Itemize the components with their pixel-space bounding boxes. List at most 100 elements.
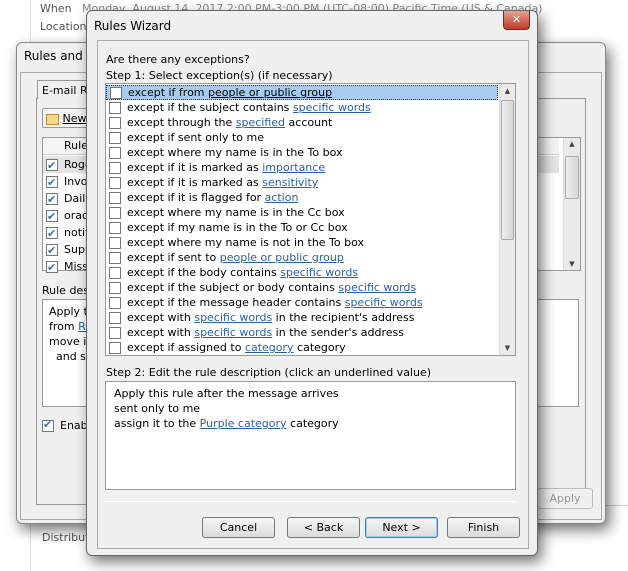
exception-item[interactable]: except if sent only to me (106, 130, 498, 145)
exception-item[interactable]: except with specific words in the sender… (106, 325, 498, 340)
exception-checkbox[interactable] (109, 102, 121, 114)
exception-item[interactable]: except if it is marked as importance (106, 160, 498, 175)
background-text: Distribut (42, 531, 90, 544)
rule-checkbox[interactable] (46, 259, 58, 276)
exception-item[interactable]: except if the subject contains specific … (106, 100, 498, 115)
next-button[interactable]: Next > (365, 517, 438, 538)
description-line: Apply this rule after the message arrive… (114, 386, 507, 401)
description-line: sent only to me (114, 401, 507, 416)
description-text: and st (49, 350, 91, 363)
new-rule-icon (46, 113, 59, 125)
exception-link[interactable]: people or public group (220, 251, 344, 264)
exception-checkbox[interactable] (109, 297, 121, 309)
exception-checkbox[interactable] (109, 327, 121, 339)
description-text: category (286, 417, 339, 430)
exception-checkbox[interactable] (109, 207, 121, 219)
exception-checkbox[interactable] (109, 117, 121, 129)
exception-checkbox[interactable] (109, 237, 121, 249)
exception-link[interactable]: specified (236, 116, 285, 129)
exception-link[interactable]: specific words (280, 266, 358, 279)
exception-text: category (293, 341, 346, 354)
dialog-title: Rules and A (24, 49, 95, 63)
description-text: Apply this rule after the message arrive… (114, 387, 339, 400)
exceptions-scrollbar[interactable]: ▲ ▼ (499, 84, 515, 355)
rule-checkbox[interactable] (46, 208, 58, 225)
description-link[interactable]: Purple category (200, 417, 287, 430)
exception-item[interactable]: except if the body contains specific wor… (106, 265, 498, 280)
rule-checkbox[interactable] (46, 225, 58, 242)
exception-checkbox[interactable] (109, 312, 121, 324)
exception-item[interactable]: except if it is marked as sensitivity (106, 175, 498, 190)
rule-checkbox[interactable] (46, 157, 58, 174)
step2-label: Step 2: Edit the rule description (click… (106, 366, 432, 379)
apply-button[interactable]: Apply (537, 488, 593, 509)
dialog-title: Rules Wizard (94, 19, 172, 33)
exception-item[interactable]: except if the subject or body contains s… (106, 280, 498, 295)
exception-item[interactable]: except with specific words in the recipi… (106, 310, 498, 325)
back-button[interactable]: < Back (287, 517, 360, 538)
rule-checkbox[interactable] (46, 174, 58, 191)
description-text: Apply t (49, 305, 88, 318)
rule-description-box: Apply this rule after the message arrive… (105, 381, 516, 490)
exception-checkbox[interactable] (110, 87, 122, 99)
exception-link[interactable]: category (245, 341, 294, 354)
exception-link[interactable]: specific words (194, 311, 272, 324)
check-icon (42, 418, 54, 432)
exception-link[interactable]: importance (262, 161, 325, 174)
exception-checkbox[interactable] (109, 252, 121, 264)
exception-item[interactable]: except where my name is in the To box (106, 145, 498, 160)
exception-checkbox[interactable] (109, 162, 121, 174)
exception-link[interactable]: specific words (293, 101, 371, 114)
rule-description-label: Rule des (42, 284, 89, 297)
enable-checkbox[interactable]: Enabl (42, 418, 91, 432)
exception-text: except if sent only to me (127, 131, 264, 144)
exception-item[interactable]: except if it is flagged for action (106, 190, 498, 205)
rule-checkbox[interactable] (46, 191, 58, 208)
rules-wizard-dialog: Rules Wizard ✕ Are there any exceptions?… (86, 10, 538, 556)
exception-item[interactable]: except if from people or public group (106, 85, 498, 100)
cancel-button[interactable]: Cancel (202, 517, 275, 538)
exception-checkbox[interactable] (109, 177, 121, 189)
exception-text: except with (127, 311, 195, 324)
exception-link[interactable]: sensitivity (262, 176, 318, 189)
exception-item[interactable]: except if the message header contains sp… (106, 295, 498, 310)
rule-checkbox[interactable] (46, 242, 58, 259)
exception-text: except if it is flagged for (127, 191, 265, 204)
exception-text: except if the body contains (127, 266, 281, 279)
exception-item[interactable]: except where my name is not in the To bo… (106, 235, 498, 250)
exception-checkbox[interactable] (109, 267, 121, 279)
exception-item[interactable]: except if my name is in the To or Cc box (106, 220, 498, 235)
exception-checkbox[interactable] (109, 282, 121, 294)
exception-text: account (285, 116, 333, 129)
exception-item[interactable]: except where my name is in the Cc box (106, 205, 498, 220)
exception-checkbox[interactable] (109, 222, 121, 234)
separator (105, 501, 516, 502)
exception-text: except if it is marked as (127, 161, 263, 174)
exception-item[interactable]: except if assigned to category category (106, 340, 498, 355)
exception-link[interactable]: action (265, 191, 299, 204)
exception-link[interactable]: specific words (338, 281, 416, 294)
exception-text: in the recipient's address (272, 311, 415, 324)
exception-link[interactable]: specific words (345, 296, 423, 309)
exception-text: except if the subject or body contains (127, 281, 339, 294)
exception-checkbox[interactable] (109, 132, 121, 144)
finish-button[interactable]: Finish (447, 517, 520, 538)
exception-item[interactable]: except through the specified account (106, 115, 498, 130)
exception-text: except if the subject contains (127, 101, 293, 114)
exception-checkbox[interactable] (109, 147, 121, 159)
exception-checkbox[interactable] (109, 192, 121, 204)
exception-link[interactable]: specific words (194, 326, 272, 339)
description-text: assign it to the (114, 417, 200, 430)
exception-item[interactable]: except if sent to people or public group (106, 250, 498, 265)
location-label: Location (40, 20, 87, 33)
exception-checkbox[interactable] (109, 342, 121, 354)
close-button[interactable]: ✕ (503, 11, 530, 30)
exception-text: except if my name is in the To or Cc box (127, 221, 348, 234)
exception-text: except with (127, 326, 195, 339)
exception-text: in the sender's address (272, 326, 404, 339)
rules-scrollbar[interactable]: ▲ ▼ (563, 138, 580, 270)
exception-link[interactable]: people or public group (208, 86, 332, 99)
exception-text: except where my name is in the To box (127, 146, 343, 159)
exception-text: except where my name is not in the To bo… (127, 236, 365, 249)
description-line: assign it to the Purple category categor… (114, 416, 507, 431)
